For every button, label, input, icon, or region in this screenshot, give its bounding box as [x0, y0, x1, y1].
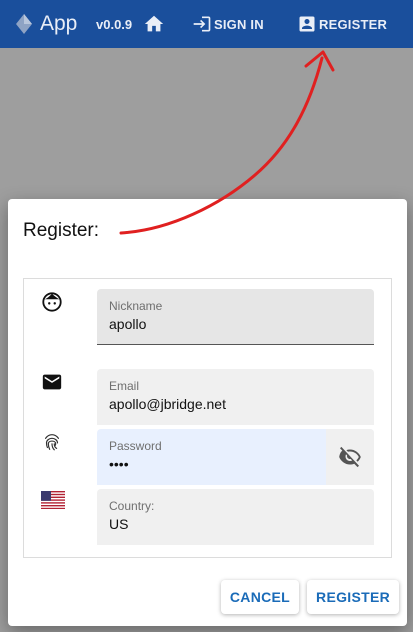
home-icon[interactable]: [143, 13, 165, 35]
signin-button[interactable]: SIGN IN: [192, 12, 264, 36]
nickname-field[interactable]: Nickname apollo: [97, 289, 374, 345]
nickname-value[interactable]: apollo: [109, 316, 146, 332]
email-field[interactable]: Email apollo@jbridge.net: [97, 369, 374, 425]
account-box-icon: [299, 16, 315, 32]
us-flag-icon: [41, 491, 65, 509]
register-submit-button[interactable]: REGISTER: [307, 580, 399, 614]
password-field[interactable]: Password ••••: [97, 429, 374, 485]
login-icon: [193, 16, 211, 32]
register-nav-label: REGISTER: [319, 16, 388, 32]
country-value[interactable]: US: [109, 516, 128, 532]
password-label: Password: [109, 439, 162, 453]
mail-icon: [42, 374, 62, 390]
country-field[interactable]: Country: US: [97, 489, 374, 545]
password-value[interactable]: ••••: [109, 456, 129, 472]
country-label: Country:: [109, 499, 155, 513]
logo-icon: [16, 14, 32, 34]
password-visibility-toggle[interactable]: [326, 429, 374, 485]
email-label: Email: [109, 379, 140, 393]
app-title[interactable]: App: [40, 12, 77, 36]
app-bar: App v0.0.9 SIGN IN REGISTER: [0, 0, 413, 48]
face-icon: [42, 292, 62, 312]
app-version: v0.0.9: [96, 17, 133, 32]
register-dialog: Register: Nickname apollo Email apollo@j…: [8, 199, 407, 626]
cancel-button[interactable]: CANCEL: [220, 580, 300, 614]
register-nav-button[interactable]: REGISTER: [297, 12, 387, 36]
register-form: Nickname apollo Email apollo@jbridge.net…: [23, 278, 392, 558]
signin-label: SIGN IN: [214, 16, 264, 32]
dialog-actions: CANCEL REGISTER: [220, 580, 399, 614]
fingerprint-icon: [44, 434, 60, 451]
dialog-title: Register:: [23, 220, 100, 241]
email-value[interactable]: apollo@jbridge.net: [109, 396, 226, 412]
eye-off-icon: [339, 446, 361, 468]
nickname-label: Nickname: [109, 299, 163, 313]
